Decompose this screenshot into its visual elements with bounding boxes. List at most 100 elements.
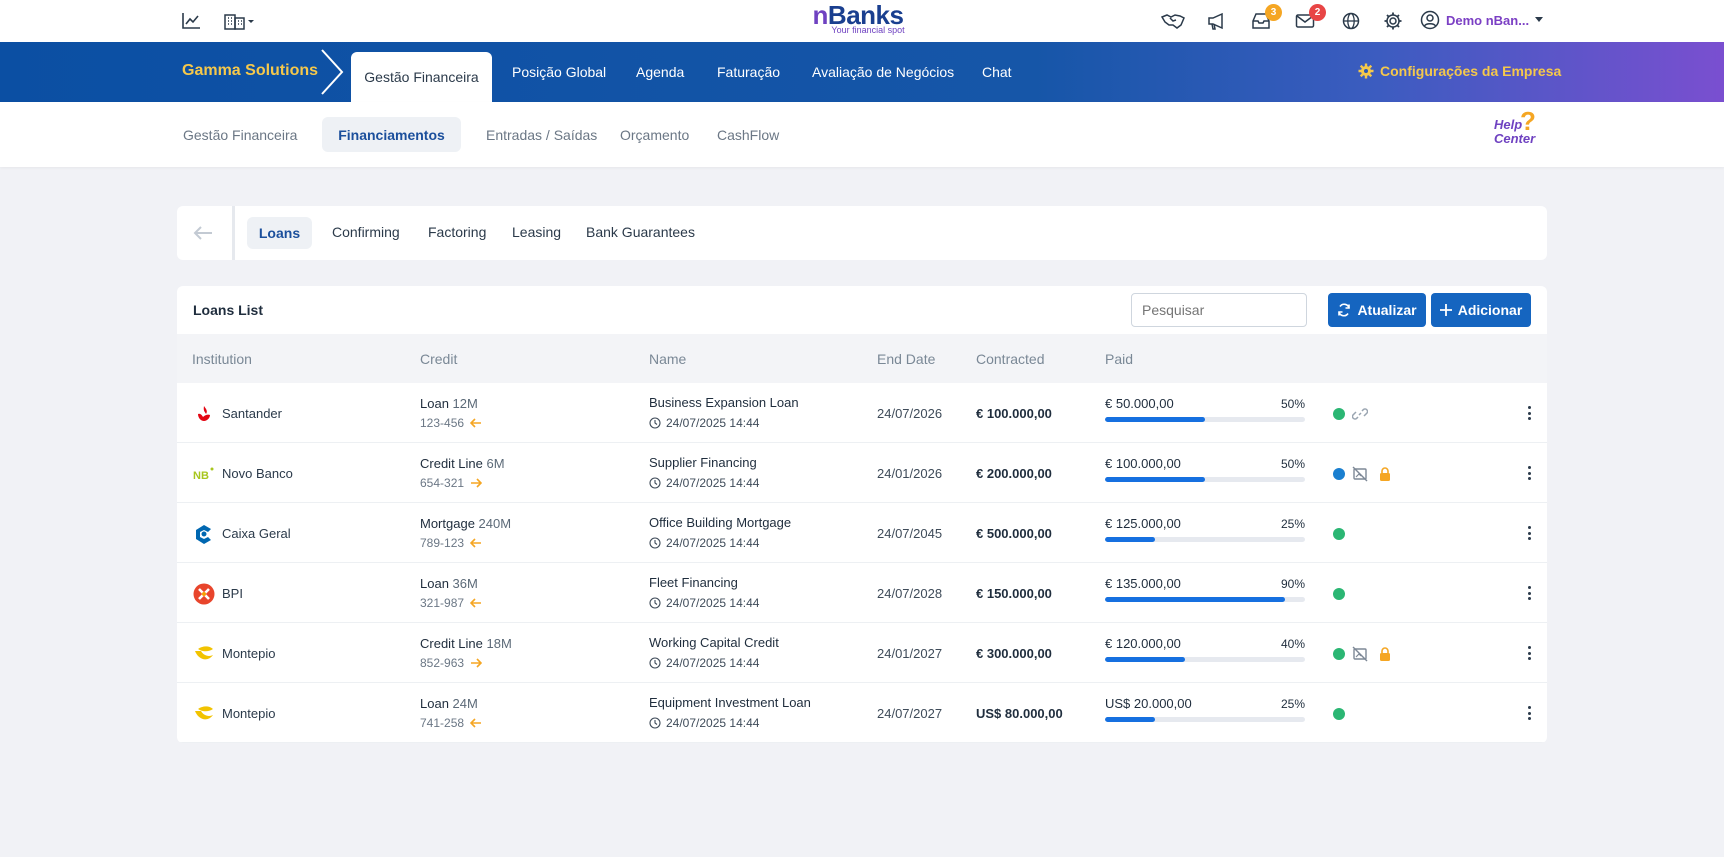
nav-avaliacao-negocios[interactable]: Avaliação de Negócios (812, 64, 954, 80)
credit-term: 12M (452, 396, 478, 411)
add-button[interactable]: Adicionar (1431, 293, 1531, 327)
chart-line-icon[interactable] (178, 8, 204, 34)
institution-name: Santander (222, 406, 282, 421)
paid-progress-fill (1105, 657, 1185, 662)
lock-icon[interactable] (1376, 465, 1394, 483)
credit-type: Mortgage (420, 516, 475, 531)
paid-amount: € 50.000,00 (1105, 396, 1174, 411)
created-datetime: 24/07/2025 14:44 (666, 476, 760, 490)
nav-posicao-global[interactable]: Posição Global (512, 64, 606, 80)
nav-agenda[interactable]: Agenda (636, 64, 684, 80)
refresh-button[interactable]: Atualizar (1328, 293, 1426, 327)
gear-icon (1358, 63, 1374, 79)
company-switch-icon[interactable] (222, 8, 258, 34)
loan-name[interactable]: Business Expansion Loan (649, 395, 799, 410)
col-credit[interactable]: Credit (420, 351, 457, 367)
loan-name[interactable]: Supplier Financing (649, 455, 757, 470)
subnav-gestao-financeira[interactable]: Gestão Financeira (183, 127, 297, 143)
refresh-label: Atualizar (1357, 302, 1417, 318)
col-name[interactable]: Name (649, 351, 686, 367)
table-row[interactable]: Montepio Credit Line 18M 852-963 Working Ca… (177, 623, 1547, 683)
tab-bank-guarantees[interactable]: Bank Guarantees (586, 224, 695, 240)
tab-confirming[interactable]: Confirming (332, 224, 400, 240)
loan-name[interactable]: Fleet Financing (649, 575, 738, 590)
paid-amount: US$ 20.000,00 (1105, 696, 1192, 711)
help-center-link[interactable]: Help Center ? (1494, 108, 1536, 146)
megaphone-icon[interactable] (1204, 8, 1230, 34)
created-datetime: 24/07/2025 14:44 (666, 536, 760, 550)
credit-ref-number: 654-321 (420, 476, 465, 490)
globe-icon[interactable] (1338, 8, 1364, 34)
status-dot (1333, 528, 1345, 540)
subnav-entradas-saidas[interactable]: Entradas / Saídas (486, 127, 597, 143)
paid-progress-fill (1105, 537, 1155, 542)
col-contracted[interactable]: Contracted (976, 351, 1044, 367)
search-input[interactable] (1131, 293, 1307, 327)
institution-logo (193, 703, 215, 725)
no-image-icon[interactable] (1351, 465, 1369, 483)
gear-icon[interactable] (1380, 8, 1406, 34)
table-row[interactable]: Montepio Loan 24M 741-258 Equipment Investm… (177, 683, 1547, 743)
created-datetime: 24/07/2025 14:44 (666, 596, 760, 610)
credit-term: 6M (486, 456, 505, 471)
notifications-badge: 3 (1265, 4, 1282, 21)
subnav-financiamentos[interactable]: Financiamentos (322, 117, 461, 152)
no-image-icon[interactable] (1351, 645, 1369, 663)
col-institution[interactable]: Institution (192, 351, 252, 367)
inbox-icon[interactable]: 3 (1248, 4, 1282, 34)
contracted-amount: € 100.000,00 (976, 406, 1052, 421)
company-name[interactable]: Gamma Solutions (182, 62, 318, 80)
table-header: Institution Credit Name End Date Contrac… (177, 334, 1547, 383)
row-actions-kebab-icon[interactable] (1525, 464, 1533, 482)
table-row[interactable]: Caixa Geral Mortgage 240M 789-123 Office Bu… (177, 503, 1547, 563)
tab-factoring[interactable]: Factoring (428, 224, 486, 240)
nav-faturacao[interactable]: Faturação (717, 64, 780, 80)
arrow-left-icon (470, 538, 482, 548)
paid-progress-fill (1105, 477, 1205, 482)
contracted-amount: € 200.000,00 (976, 466, 1052, 481)
nav-chat[interactable]: Chat (982, 64, 1012, 80)
end-date: 24/07/2028 (877, 586, 943, 601)
institution-name: Novo Banco (222, 466, 293, 481)
institution-name: Montepio (222, 646, 276, 661)
nav-gestao-financeira[interactable]: Gestão Financeira (351, 52, 492, 102)
row-actions-kebab-icon[interactable] (1525, 524, 1533, 542)
mail-icon[interactable]: 2 (1292, 4, 1326, 34)
credit-info: Mortgage 240M (420, 516, 511, 531)
subnav-orcamento[interactable]: Orçamento (620, 127, 689, 143)
company-settings-link[interactable]: Configurações da Empresa (1358, 63, 1561, 79)
user-menu[interactable]: Demo nBan... (1420, 10, 1544, 30)
tab-loans[interactable]: Loans (247, 217, 312, 249)
subnav-cashflow[interactable]: CashFlow (717, 127, 779, 143)
loan-name[interactable]: Office Building Mortgage (649, 515, 791, 530)
back-arrow-icon[interactable] (191, 221, 215, 245)
tab-leasing[interactable]: Leasing (512, 224, 561, 240)
credit-type: Credit Line (420, 456, 483, 471)
arrow-left-icon (470, 598, 482, 608)
handshake-icon[interactable] (1160, 8, 1186, 34)
loan-name[interactable]: Working Capital Credit (649, 635, 779, 650)
col-end-date[interactable]: End Date (877, 351, 935, 367)
row-actions-kebab-icon[interactable] (1525, 704, 1533, 722)
table-row[interactable]: NB Novo Banco Credit Line 6M 654-321 Supplie… (177, 443, 1547, 503)
row-actions-kebab-icon[interactable] (1525, 644, 1533, 662)
lock-icon[interactable] (1376, 645, 1394, 663)
loan-name[interactable]: Equipment Investment Loan (649, 695, 811, 710)
loan-created: 24/07/2025 14:44 (649, 716, 759, 730)
status-dot (1333, 468, 1345, 480)
paid-amount: € 125.000,00 (1105, 516, 1181, 531)
nbanks-logo[interactable]: nBanks Your financial spot (808, 1, 908, 35)
created-datetime: 24/07/2025 14:44 (666, 416, 760, 430)
table-row[interactable]: BPI Loan 36M 321-987 Fleet Financing 24/07/2… (177, 563, 1547, 623)
institution-logo (193, 643, 215, 665)
row-actions-kebab-icon[interactable] (1525, 584, 1533, 602)
table-row[interactable]: Santander Loan 12M 123-456 Business Expansi… (177, 383, 1547, 443)
sub-nav: Gestão Financeira Financiamentos Entrada… (0, 102, 1724, 167)
row-actions-kebab-icon[interactable] (1525, 404, 1533, 422)
paid-amount: € 135.000,00 (1105, 576, 1181, 591)
institution-name: Montepio (222, 706, 276, 721)
link-icon[interactable] (1351, 405, 1369, 423)
clock-icon (649, 657, 661, 669)
end-date: 24/07/2027 (877, 706, 943, 721)
col-paid[interactable]: Paid (1105, 351, 1133, 367)
